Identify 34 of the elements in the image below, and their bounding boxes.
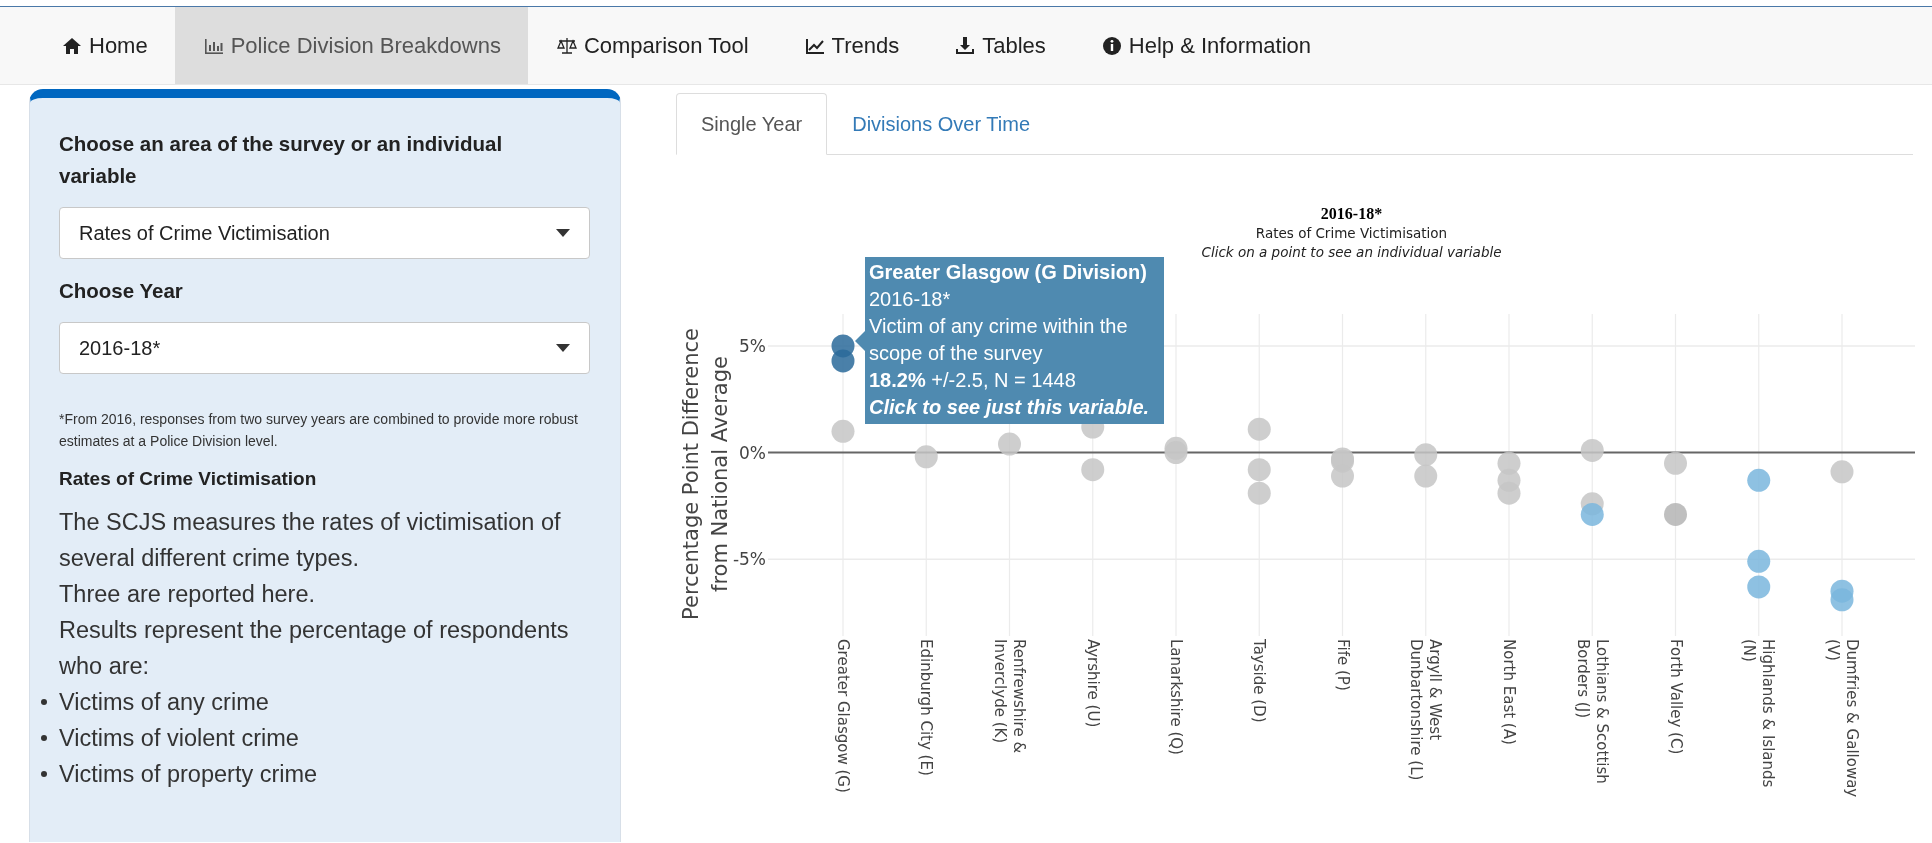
list-item-text: Victims of any crime <box>59 688 269 717</box>
axis-tick-label: Lanarkshire (Q) <box>1167 639 1186 755</box>
axis-tick-label: Lothians & Scottish Borders (J) <box>1573 639 1611 784</box>
section-heading: Rates of Crime Victimisation <box>59 468 318 490</box>
axis-tick-label: Highlands & Islands (N) <box>1740 639 1778 788</box>
axis-tick-label: Fife (P) <box>1333 639 1352 691</box>
chart-hint: Click on a point to see an individual variable <box>1201 244 1502 260</box>
axis-tick-label: 0% <box>739 442 766 463</box>
tooltip-title: Greater Glasgow (G Division) <box>869 260 1148 285</box>
list-item-text: Victims of violent crime <box>59 724 299 753</box>
chart-subtitle: Rates of Crime Victimisation <box>1255 225 1448 241</box>
axis-tick-label: Ayrshire (U) <box>1083 639 1102 728</box>
field-label: Choose an area of the survey or an individual variable <box>59 131 504 189</box>
axis-tick-label: Greater Glasgow (G) <box>834 639 853 793</box>
chart-title: 2016-18* <box>1320 205 1383 222</box>
axis-tick-label: Renfrewshire & Inverclyde (K) <box>991 639 1029 754</box>
axis-title: Percentage Point Difference from National Average <box>678 328 732 620</box>
axis-tick-label: North East (A) <box>1500 639 1519 745</box>
description-text: Results represent the percentage of respondents who are: <box>59 616 570 681</box>
axis-tick-label: Forth Valley (C) <box>1666 639 1685 755</box>
field-label: Choose Year <box>59 278 184 304</box>
axis-tick-label: Argyll & West Dunbartonshire (L) <box>1407 639 1445 781</box>
footnote: *From 2016, responses from two survey years are combined to provide more robust estimates at a Police Division level. <box>59 410 579 451</box>
axis-tick-label: Edinburgh City (E) <box>917 639 936 776</box>
description-text: Three are reported here. <box>59 580 317 609</box>
list-item-text: Victims of property crime <box>59 760 318 789</box>
tooltip-text: 18.2% +/-2.5, N = 1448 <box>869 368 1077 393</box>
axis-tick-label: Tayside (D) <box>1250 639 1269 723</box>
description-text: The SCJS measures the rates of victimisation of several different crime types. <box>59 508 562 573</box>
axis-tick-label: -5% <box>732 549 766 570</box>
tooltip-text: Victim of any crime within the scope of the survey <box>869 314 1129 366</box>
tooltip-text: 2016-18* <box>869 287 952 312</box>
axis-tick-label: Dumfries & Galloway (V) <box>1823 639 1861 798</box>
axis-tick-label: 5% <box>739 336 766 356</box>
